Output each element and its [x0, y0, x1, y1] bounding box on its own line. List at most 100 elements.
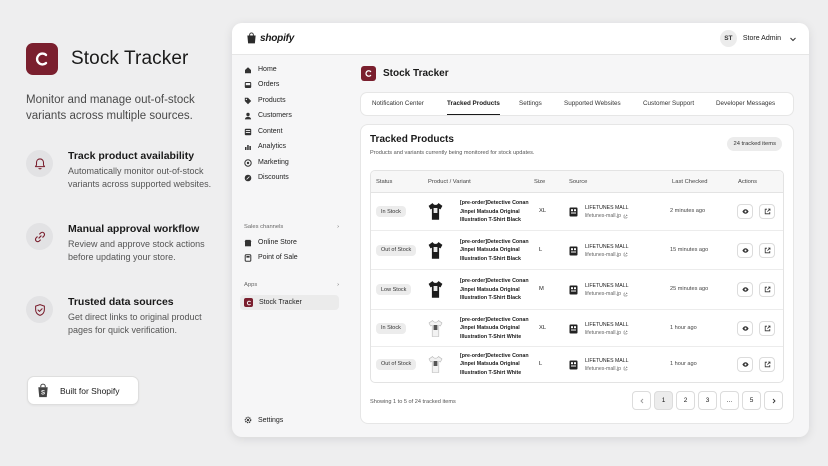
inbox-icon — [244, 81, 252, 88]
table-row: Low Stock [pre-order]Detective Conan Jinp… — [371, 270, 783, 310]
tab-settings[interactable]: Settings — [519, 93, 542, 115]
column-header-size: Size — [534, 179, 546, 185]
prev-page-button[interactable] — [632, 391, 651, 410]
open-source-button[interactable] — [759, 356, 775, 372]
chevron-down-icon — [790, 37, 796, 41]
variant-size: XL — [539, 324, 547, 331]
external-link-icon — [764, 286, 770, 293]
open-source-button[interactable] — [759, 320, 775, 336]
sidebar-item-settings[interactable]: Settings — [244, 416, 283, 424]
last-checked: 1 hour ago — [670, 324, 697, 331]
source-link[interactable]: lifetunes-mall.jp — [585, 365, 629, 373]
sidebar-item-label: Marketing — [258, 159, 289, 166]
feature-trusted-sources: Trusted data sources Get direct links to… — [26, 296, 218, 336]
feature-desc: Review and approve stock actions before … — [68, 239, 205, 262]
tab-notification-center[interactable]: Notification Center — [372, 93, 424, 115]
source-url: lifetunes-mall.jp — [585, 291, 622, 297]
target-icon — [244, 158, 252, 167]
sidebar-item-customers[interactable]: Customers — [244, 108, 339, 123]
sidebar-item-label: Discounts — [258, 174, 289, 181]
external-link-icon — [764, 325, 770, 331]
top-bar: shopify ST Store Admin — [232, 23, 809, 55]
status-badge: In Stock — [376, 206, 406, 217]
sales-channels-section[interactable]: Sales channels › — [244, 224, 339, 230]
product-name[interactable]: [pre-order]Detective Conan Jinpei Matsud… — [460, 277, 540, 303]
external-link-icon — [764, 208, 770, 215]
product-name[interactable]: [pre-order]Detective Conan Jinpei Matsud… — [460, 316, 540, 342]
column-header-last-checked: Last Checked — [672, 179, 708, 185]
view-button[interactable] — [737, 320, 753, 336]
external-link-icon — [623, 292, 628, 296]
brand-header: Stock Tracker — [26, 43, 188, 75]
last-checked: 1 hour ago — [670, 360, 697, 367]
sidebar-item-stock-tracker[interactable]: Stock Tracker — [240, 295, 339, 310]
view-button[interactable] — [737, 282, 753, 297]
feature-manual-approval: Manual approval workflow Review and appr… — [26, 223, 218, 263]
column-header-source: Source — [569, 179, 588, 185]
chevron-right-icon — [772, 398, 776, 403]
tshirt-thumbnail — [428, 203, 443, 220]
shopify-logo[interactable]: shopify — [246, 32, 294, 44]
page-button-1[interactable]: 1 — [654, 391, 673, 410]
tab-supported-websites[interactable]: Supported Websites — [564, 93, 621, 115]
sidebar-item-orders[interactable]: Orders — [244, 77, 339, 92]
sidebar-item-marketing[interactable]: Marketing — [244, 155, 339, 170]
source-url: lifetunes-mall.jp — [585, 213, 622, 219]
source-link[interactable]: lifetunes-mall.jp — [585, 251, 629, 259]
pagination-summary: Showing 1 to 5 of 24 tracked items — [370, 399, 456, 405]
status-badge: Out of Stock — [376, 358, 417, 370]
feature-title: Trusted data sources — [68, 296, 174, 308]
view-button[interactable] — [737, 242, 753, 258]
open-source-button[interactable] — [759, 242, 775, 258]
source-info: LIFETUNES MALL lifetunes-mall.jp — [585, 204, 629, 220]
built-for-shopify-label: Built for Shopify — [60, 385, 120, 396]
tab-tracked-products[interactable]: Tracked Products — [447, 93, 500, 115]
content-icon — [244, 128, 252, 135]
tab-customer-support[interactable]: Customer Support — [643, 93, 694, 115]
source-link[interactable]: lifetunes-mall.jp — [585, 290, 629, 298]
source-link[interactable]: lifetunes-mall.jp — [585, 212, 629, 220]
sidebar-item-label: Customers — [258, 112, 292, 119]
view-button[interactable] — [737, 204, 753, 219]
sidebar-item-point-of-sale[interactable]: Point of Sale — [244, 250, 339, 265]
product-name[interactable]: [pre-order]Detective Conan Jinpei Matsud… — [460, 238, 540, 264]
page-button-3[interactable]: 3 — [698, 391, 717, 410]
last-checked: 25 minutes ago — [670, 286, 709, 292]
next-page-button[interactable] — [764, 391, 783, 410]
built-for-shopify-badge[interactable]: S Built for Shopify — [27, 376, 139, 405]
sales-channels-label: Sales channels — [244, 224, 284, 230]
sidebar-item-products[interactable]: Products — [244, 93, 339, 108]
pos-icon — [244, 253, 252, 262]
tab-developer-messages[interactable]: Developer Messages — [716, 93, 775, 115]
status-badge: Low Stock — [376, 284, 412, 295]
table-header: Status Product / Variant Size Source Las… — [371, 171, 783, 193]
external-link-icon — [764, 247, 770, 253]
sidebar-item-label: Home — [258, 66, 277, 73]
store-menu[interactable]: ST Store Admin — [719, 30, 797, 47]
eye-icon — [741, 287, 749, 292]
open-source-button[interactable] — [759, 282, 775, 297]
view-button[interactable] — [737, 356, 753, 372]
source-link[interactable]: lifetunes-mall.jp — [585, 329, 629, 337]
source-store-icon — [569, 324, 578, 333]
bell-icon — [26, 150, 53, 177]
product-name[interactable]: [pre-order]Detective Conan Jinpei Matsud… — [460, 352, 540, 378]
open-source-button[interactable] — [759, 204, 775, 219]
external-link-icon — [623, 330, 628, 335]
chart-icon — [245, 144, 251, 150]
product-name[interactable]: [pre-order]Detective Conan Jinpei Matsud… — [460, 199, 540, 225]
eye-icon — [741, 247, 749, 253]
shopify-bag-icon — [247, 32, 256, 44]
apps-section[interactable]: Apps › — [244, 282, 339, 288]
source-name: LIFETUNES MALL — [585, 283, 629, 289]
sidebar-item-discounts[interactable]: Discounts — [244, 170, 339, 185]
tshirt-thumbnail — [428, 241, 443, 259]
sidebar-item-content[interactable]: Content — [244, 124, 339, 139]
sidebar-item-online-store[interactable]: Online Store — [244, 235, 339, 250]
sidebar-item-analytics[interactable]: Analytics — [244, 139, 339, 154]
page-button-5[interactable]: 5 — [742, 391, 761, 410]
page-button-2[interactable]: 2 — [676, 391, 695, 410]
sidebar-item-home[interactable]: Home — [244, 62, 339, 77]
source-info: LIFETUNES MALL lifetunes-mall.jp — [585, 321, 629, 337]
svg-text:S: S — [41, 390, 45, 397]
